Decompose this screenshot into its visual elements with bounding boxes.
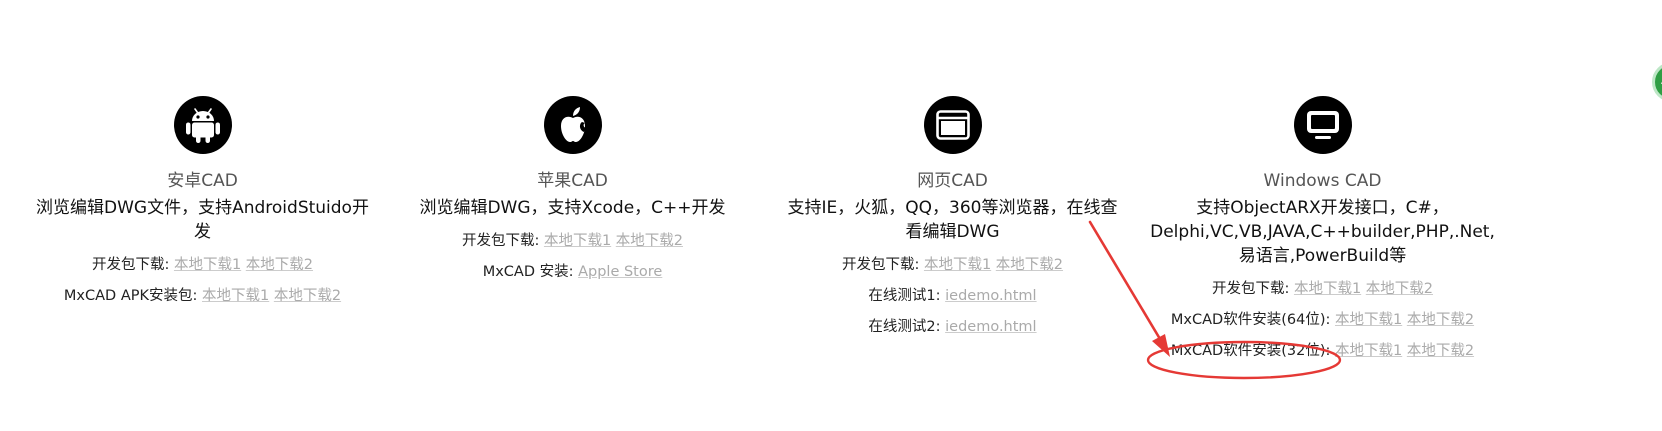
online-test-1-row: 在线测试1: iedemo.html bbox=[780, 286, 1125, 306]
column-title: Windows CAD bbox=[1263, 171, 1382, 191]
android-icon bbox=[173, 96, 232, 154]
floating-badge[interactable]: 4 bbox=[1652, 62, 1662, 102]
online-test-2-row: 在线测试2: iedemo.html bbox=[780, 317, 1125, 337]
local-download-2-link[interactable]: 本地下载2 bbox=[996, 257, 1063, 273]
local-download-2-link[interactable]: 本地下载2 bbox=[1407, 343, 1474, 359]
local-download-2-link[interactable]: 本地下载2 bbox=[1366, 281, 1433, 297]
iedemo-link[interactable]: iedemo.html bbox=[945, 288, 1036, 304]
row-label: MxCAD软件安装(32位): bbox=[1170, 343, 1331, 359]
local-download-2-link[interactable]: 本地下载2 bbox=[616, 233, 683, 249]
install-64bit-row: MxCAD软件安装(64位): 本地下载1 本地下载2 bbox=[1150, 310, 1495, 330]
column-title: 苹果CAD bbox=[537, 171, 608, 191]
apple-icon bbox=[543, 96, 602, 154]
column-description: 浏览编辑DWG，支持Xcode，C++开发 bbox=[419, 198, 726, 218]
row-label: 在线测试1: bbox=[868, 288, 941, 304]
row-label: MxCAD 安装: bbox=[482, 264, 574, 280]
local-download-2-link[interactable]: 本地下载2 bbox=[274, 288, 341, 304]
local-download-1-link[interactable]: 本地下载1 bbox=[1335, 343, 1402, 359]
row-label: 在线测试2: bbox=[868, 319, 941, 335]
install-row: MxCAD 安装: Apple Store bbox=[400, 262, 745, 282]
column-title: 网页CAD bbox=[917, 171, 988, 191]
browser-window-icon bbox=[923, 96, 982, 154]
row-label: 开发包下载: bbox=[461, 233, 540, 249]
monitor-icon bbox=[1293, 96, 1352, 154]
column-title: 安卓CAD bbox=[167, 171, 238, 191]
local-download-2-link[interactable]: 本地下载2 bbox=[1407, 312, 1474, 328]
install-32bit-row: MxCAD软件安装(32位): 本地下载1 本地下载2 bbox=[1150, 341, 1495, 361]
apple-store-link[interactable]: Apple Store bbox=[578, 264, 662, 280]
iedemo-link[interactable]: iedemo.html bbox=[945, 319, 1036, 335]
row-label: MxCAD APK安装包: bbox=[63, 288, 198, 304]
row-label: 开发包下载: bbox=[841, 257, 920, 273]
column-description: 支持ObjectARX开发接口，C#，Delphi,VC,VB,JAVA,C++… bbox=[1150, 198, 1495, 266]
download-row: 开发包下载: 本地下载1 本地下载2 bbox=[30, 255, 375, 275]
local-download-1-link[interactable]: 本地下载1 bbox=[1335, 312, 1402, 328]
apple-cad-column: 苹果CAD 浏览编辑DWG，支持Xcode，C++开发 开发包下载: 本地下载1… bbox=[400, 96, 745, 282]
local-download-1-link[interactable]: 本地下载1 bbox=[1294, 281, 1361, 297]
windows-cad-column: Windows CAD 支持ObjectARX开发接口，C#，Delphi,VC… bbox=[1150, 96, 1495, 361]
web-cad-column: 网页CAD 支持IE，火狐，QQ，360等浏览器，在线查看编辑DWG 开发包下载… bbox=[780, 96, 1125, 337]
apk-install-row: MxCAD APK安装包: 本地下载1 本地下载2 bbox=[30, 286, 375, 306]
local-download-1-link[interactable]: 本地下载1 bbox=[174, 257, 241, 273]
local-download-1-link[interactable]: 本地下载1 bbox=[924, 257, 991, 273]
download-row: 开发包下载: 本地下载1 本地下载2 bbox=[780, 255, 1125, 275]
local-download-1-link[interactable]: 本地下载1 bbox=[202, 288, 269, 304]
row-label: MxCAD软件安装(64位): bbox=[1170, 312, 1331, 328]
row-label: 开发包下载: bbox=[91, 257, 170, 273]
local-download-1-link[interactable]: 本地下载1 bbox=[544, 233, 611, 249]
download-row: 开发包下载: 本地下载1 本地下载2 bbox=[1150, 279, 1495, 299]
row-label: 开发包下载: bbox=[1211, 281, 1290, 297]
local-download-2-link[interactable]: 本地下载2 bbox=[246, 257, 313, 273]
column-description: 浏览编辑DWG文件，支持AndroidStuido开发 bbox=[36, 198, 369, 242]
android-cad-column: 安卓CAD 浏览编辑DWG文件，支持AndroidStuido开发 开发包下载:… bbox=[30, 96, 375, 306]
column-description: 支持IE，火狐，QQ，360等浏览器，在线查看编辑DWG bbox=[787, 198, 1118, 242]
download-row: 开发包下载: 本地下载1 本地下载2 bbox=[400, 231, 745, 251]
